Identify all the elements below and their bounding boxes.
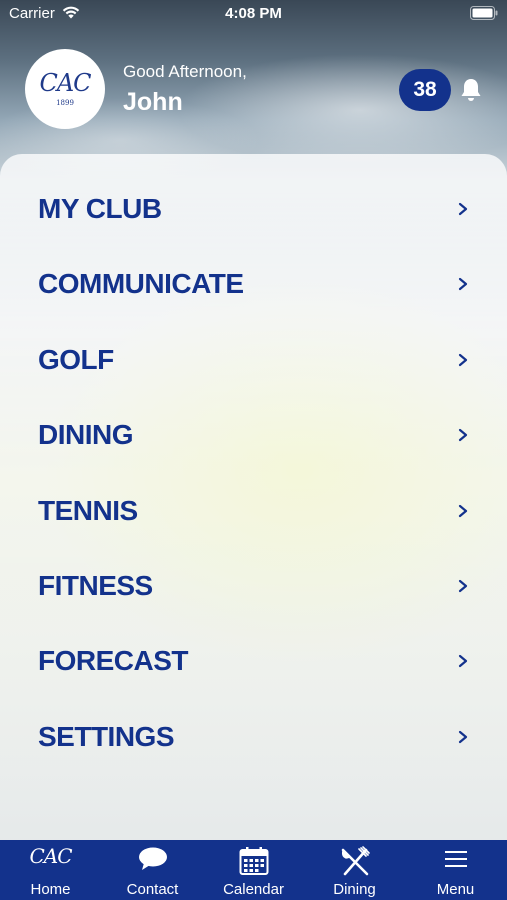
bell-icon[interactable]: [459, 77, 483, 103]
menu-item-label: FORECAST: [38, 645, 189, 676]
menu-item-label: SETTINGS: [38, 721, 175, 752]
club-logo-mark: CAC: [39, 69, 91, 97]
chevron-right-icon: [458, 353, 468, 367]
menu-item-label: GOLF: [38, 344, 114, 375]
menu-item-communicate[interactable]: COMMUNICATE: [0, 254, 507, 314]
menu-item-fitness[interactable]: FITNESS: [0, 556, 507, 616]
chevron-right-icon: [458, 579, 468, 593]
chevron-right-icon: [458, 202, 468, 216]
tab-label: Dining: [333, 881, 376, 898]
tab-label: Menu: [436, 881, 475, 898]
user-name: John: [123, 88, 183, 116]
chevron-right-icon: [458, 277, 468, 291]
menu-item-golf[interactable]: GOLF: [0, 330, 507, 390]
chevron-right-icon: [458, 654, 468, 668]
chevron-right-icon: [458, 428, 468, 442]
menu-item-dining[interactable]: DINING: [0, 405, 507, 465]
tab-home[interactable]: CAC Home: [0, 840, 101, 900]
tab-label: Home: [30, 881, 71, 898]
status-time: 4:08 PM: [225, 5, 282, 22]
tab-label: Contact: [126, 881, 179, 898]
chevron-right-icon: [458, 504, 468, 518]
club-logo: CAC 1899: [25, 49, 105, 129]
menu-item-label: FITNESS: [38, 570, 153, 601]
bottom-tab-bar: CAC Home Contact Calendar Dining Menu: [0, 840, 507, 900]
notification-count-badge[interactable]: 38: [399, 69, 451, 111]
tab-calendar[interactable]: Calendar: [203, 840, 304, 900]
menu-item-forecast[interactable]: FORECAST: [0, 631, 507, 691]
menu-item-label: DINING: [38, 419, 134, 450]
menu-item-label: TENNIS: [38, 495, 138, 526]
calendar-icon: [239, 847, 268, 875]
club-logo-year: 1899: [56, 99, 74, 107]
fork-knife-icon: [341, 846, 370, 876]
menu-item-my-club[interactable]: MY CLUB: [0, 179, 507, 239]
greeting-text: Good Afternoon,: [123, 62, 247, 81]
battery-icon: [470, 6, 498, 20]
chevron-right-icon: [458, 730, 468, 744]
menu-item-label: COMMUNICATE: [38, 268, 244, 299]
tab-dining[interactable]: Dining: [304, 840, 405, 900]
menu-item-tennis[interactable]: TENNIS: [0, 481, 507, 541]
tab-menu[interactable]: Menu: [405, 840, 506, 900]
tab-label: Calendar: [223, 881, 284, 898]
main-menu-panel: MY CLUB COMMUNICATE GOLF DINING TENNIS F…: [0, 154, 507, 844]
status-bar: Carrier 4:08 PM: [0, 0, 507, 28]
hamburger-icon: [444, 851, 467, 867]
chat-bubble-icon: [138, 847, 167, 870]
club-logo-icon: CAC: [29, 844, 72, 868]
menu-item-label: MY CLUB: [38, 193, 162, 224]
menu-item-settings[interactable]: SETTINGS: [0, 707, 507, 767]
tab-contact[interactable]: Contact: [102, 840, 203, 900]
